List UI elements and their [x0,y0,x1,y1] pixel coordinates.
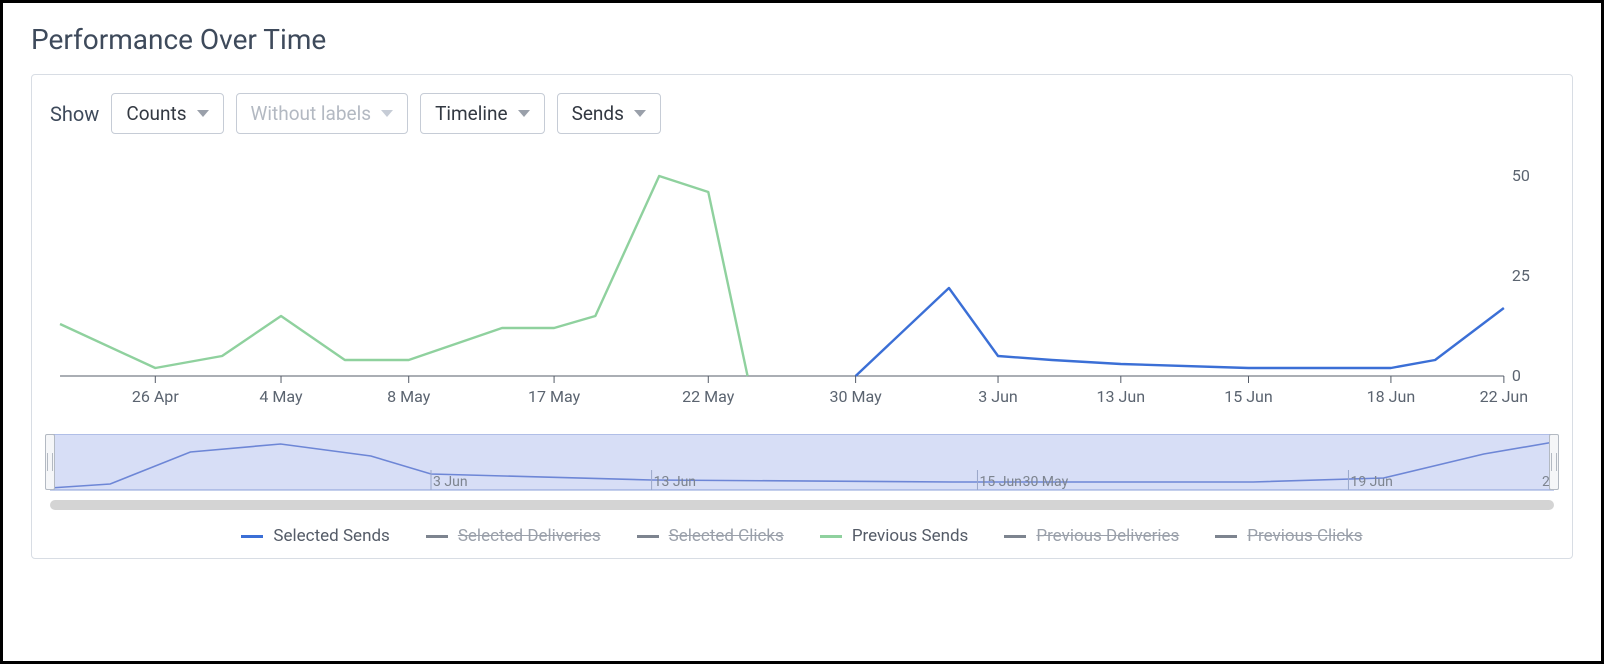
timeline-dropdown[interactable]: Timeline [420,93,545,134]
svg-text:3 Jun: 3 Jun [433,474,468,490]
svg-text:30 May: 30 May [830,387,883,406]
svg-text:3 Jun: 3 Jun [978,387,1018,406]
svg-text:26 Apr: 26 Apr [132,387,179,406]
legend-swatch [637,535,659,538]
chart-card: Show Counts Without labels Timeline Send… [31,74,1573,559]
chevron-down-icon [197,110,209,117]
svg-text:8 May: 8 May [387,387,431,406]
svg-text:15 Jun: 15 Jun [979,474,1021,490]
svg-text:13 Jun: 13 Jun [654,474,696,490]
legend-selected-sends[interactable]: Selected Sends [241,526,389,546]
chart-svg: 0 25 50 26 Apr 4 May 8 May 17 May 22 May 30 May 3… [50,156,1554,416]
sends-dropdown[interactable]: Sends [557,93,661,134]
legend-selected-clicks[interactable]: Selected Clicks [637,526,784,546]
show-label: Show [50,102,99,126]
legend-swatch [241,535,263,538]
svg-text:50: 50 [1512,166,1530,185]
navigator-svg: 3 Jun13 Jun15 Jun30 May19 Jun2... [50,434,1554,494]
legend-swatch [1004,535,1026,538]
svg-text:18 Jun: 18 Jun [1367,387,1416,406]
legend: Selected Sends Selected Deliveries Selec… [50,526,1554,546]
controls-row: Show Counts Without labels Timeline Send… [50,93,1554,134]
svg-text:25: 25 [1512,266,1530,285]
svg-text:30 May: 30 May [1023,474,1069,490]
counts-dropdown[interactable]: Counts [111,93,223,134]
svg-text:13 Jun: 13 Jun [1097,387,1146,406]
chevron-down-icon [381,110,393,117]
labels-dropdown[interactable]: Without labels [236,93,409,134]
counts-dropdown-label: Counts [126,102,186,125]
chevron-down-icon [634,110,646,117]
legend-previous-sends[interactable]: Previous Sends [820,526,969,546]
svg-text:0: 0 [1512,366,1521,385]
legend-swatch [426,535,448,538]
panel-title: Performance Over Time [31,23,1573,56]
svg-text:15 Jun: 15 Jun [1224,387,1273,406]
svg-text:22 May: 22 May [682,387,735,406]
chevron-down-icon [518,110,530,117]
navigator-handle-left[interactable] [45,434,55,490]
navigator[interactable]: 3 Jun13 Jun15 Jun30 May19 Jun2... [50,434,1554,510]
svg-text:19 Jun: 19 Jun [1350,474,1392,490]
navigator-scrollbar[interactable] [50,500,1554,510]
svg-text:4 May: 4 May [259,387,303,406]
sends-dropdown-label: Sends [572,102,624,125]
svg-text:17 May: 17 May [528,387,581,406]
main-chart[interactable]: 0 25 50 26 Apr 4 May 8 May 17 May 22 May 30 May 3… [50,156,1554,416]
timeline-dropdown-label: Timeline [435,102,508,125]
svg-text:22 Jun: 22 Jun [1480,387,1529,406]
legend-swatch [820,535,842,538]
navigator-handle-right[interactable] [1549,434,1559,490]
labels-dropdown-label: Without labels [251,102,372,125]
legend-swatch [1215,535,1237,538]
legend-previous-clicks[interactable]: Previous Clicks [1215,526,1362,546]
legend-previous-deliveries[interactable]: Previous Deliveries [1004,526,1179,546]
legend-selected-deliveries[interactable]: Selected Deliveries [426,526,601,546]
